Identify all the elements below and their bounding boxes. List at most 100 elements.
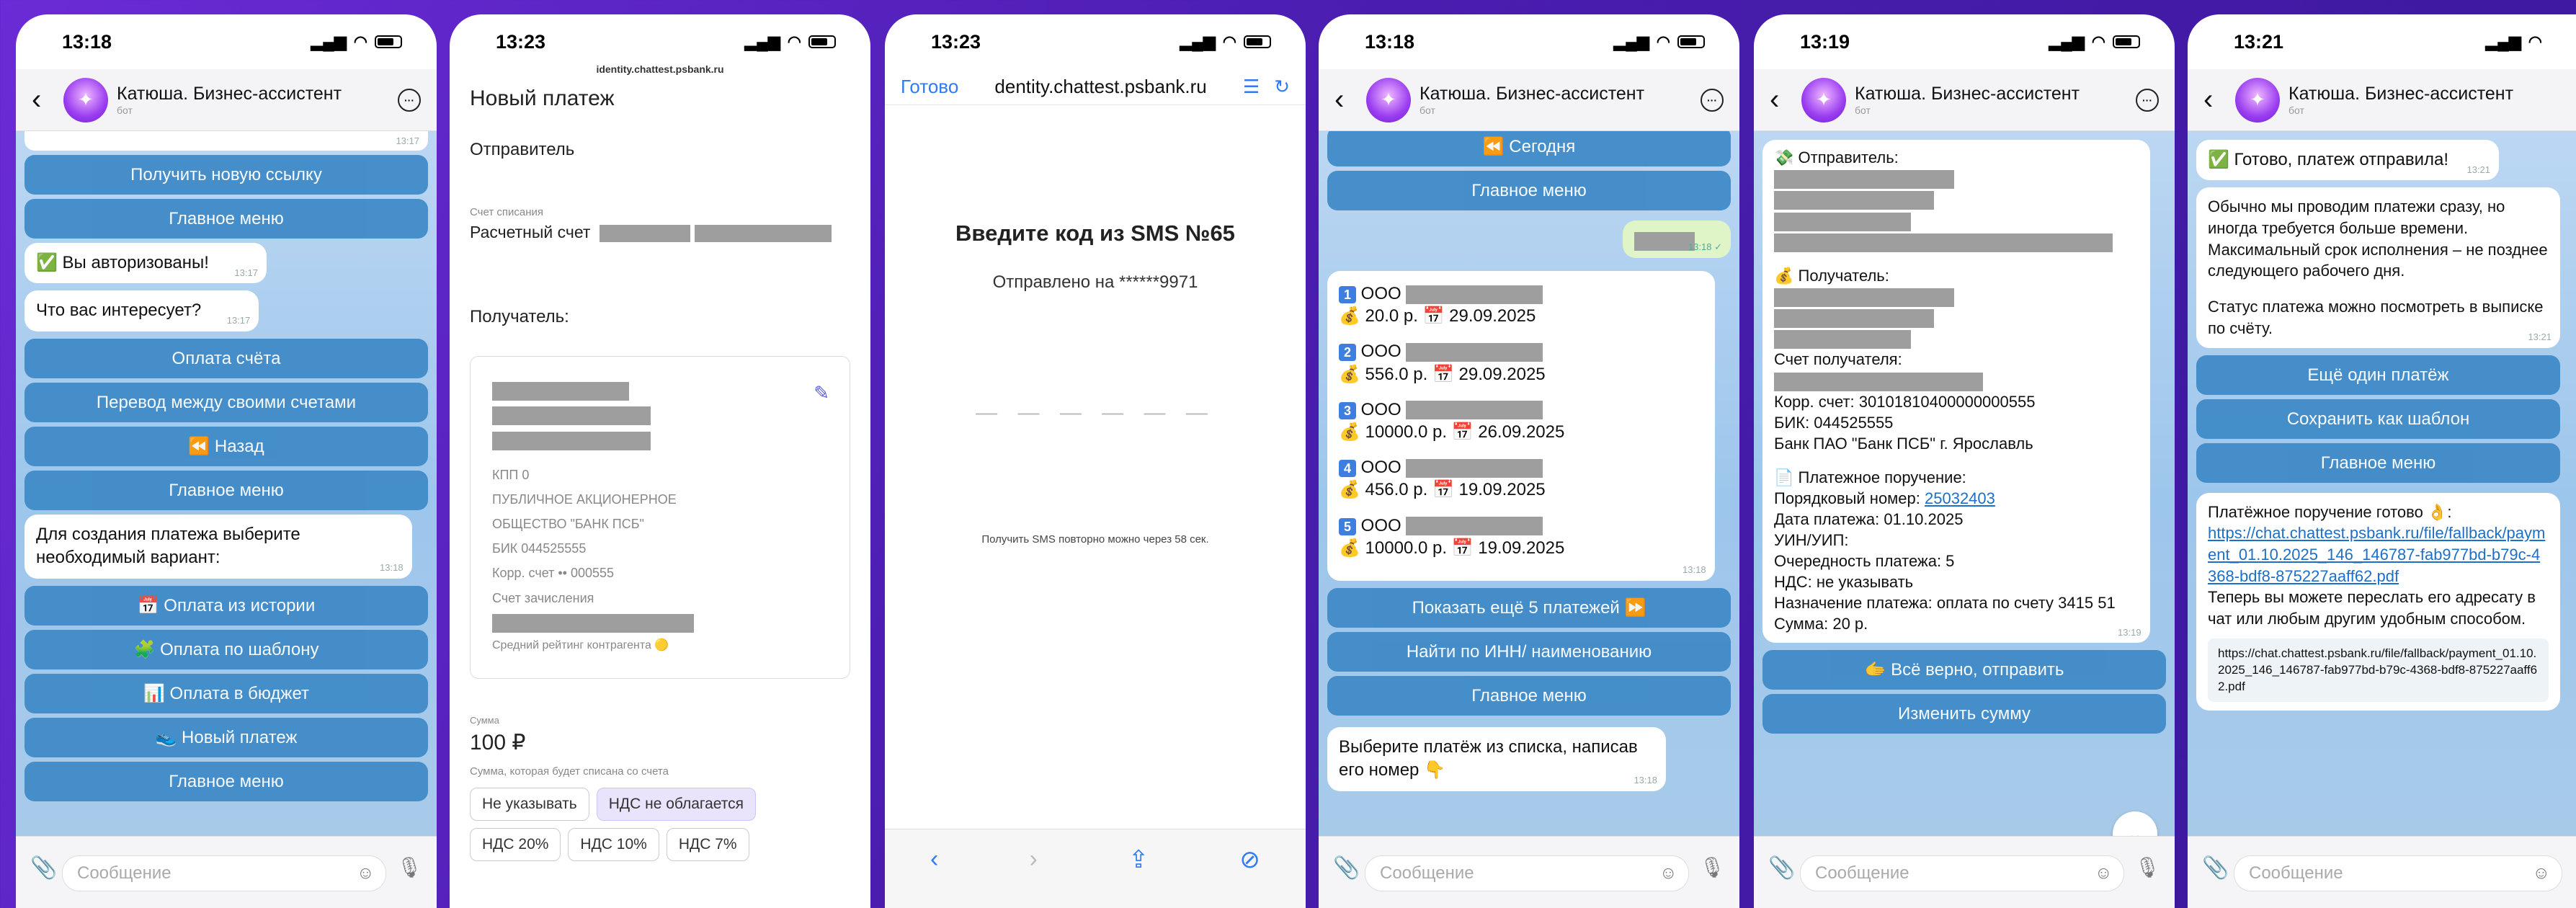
- code-input[interactable]: — — — — — —: [885, 401, 1306, 425]
- menu-button[interactable]: Перевод между своими счетами: [24, 382, 428, 422]
- share-icon[interactable]: ⇪: [1128, 845, 1149, 908]
- bot-message: ✅ Вы авторизованы! 13:17: [24, 243, 267, 284]
- menu-button[interactable]: Главное меню: [24, 470, 428, 510]
- battery-icon: [375, 35, 402, 48]
- account-select[interactable]: Расчетный счет: [450, 223, 870, 242]
- done-message: ✅ Готово, платеж отправила! 13:21: [2196, 140, 2500, 181]
- change-sum-button[interactable]: Изменить сумму: [1762, 693, 2166, 734]
- url-bar[interactable]: identity.chattest.psbank.ru: [450, 63, 870, 75]
- chat-header: ‹ ✦ Катюша. Бизнес-ассистент бот ···: [16, 69, 437, 131]
- link-preview[interactable]: https://chat.chattest.psbank.ru/file/fal…: [2208, 638, 2549, 703]
- back-icon[interactable]: ‹: [1334, 84, 1359, 116]
- back-icon[interactable]: ‹: [32, 84, 56, 116]
- payments-list: 1 ООО 💰 20.0 р. 📅 29.09.2025 2 ООО 💰 556.…: [1327, 271, 1715, 581]
- attach-icon[interactable]: 📎: [2202, 855, 2229, 881]
- wifi-icon: ◠: [1222, 32, 1236, 50]
- status-bar: 13:18 ▂▄▆ ◠: [16, 14, 437, 69]
- save-template-button[interactable]: Сохранить как шаблон: [2196, 399, 2560, 439]
- status-bar: 13:21 ▂▄▆ ◠: [2188, 14, 2576, 69]
- message-input[interactable]: Сообщение ☺: [62, 855, 387, 891]
- status-bar: 13:23 ▂▄▆ ◠: [885, 14, 1306, 69]
- recipient-card[interactable]: ✎ КПП 0 ПУБЛИЧНОЕ АКЦИОНЕРНОЕ ОБЩЕСТВО "БА…: [470, 356, 850, 680]
- order-number-link[interactable]: 25032403: [1925, 489, 1995, 507]
- menu-button[interactable]: 👟 Новый платеж: [24, 717, 428, 757]
- wifi-icon: ◠: [2528, 32, 2542, 50]
- wifi-icon: ◠: [353, 32, 367, 50]
- tabs-icon[interactable]: ☰: [1243, 76, 1260, 98]
- avatar[interactable]: ✦: [1366, 77, 1411, 123]
- vat-chip[interactable]: НДС 10%: [568, 828, 659, 862]
- action-button[interactable]: Главное меню: [1327, 675, 1731, 716]
- menu-button[interactable]: Главное меню: [24, 199, 428, 239]
- today-button[interactable]: ⏪ Сегодня: [1327, 131, 1731, 166]
- emoji-icon[interactable]: ☺: [2532, 856, 2550, 891]
- avatar[interactable]: ✦: [2235, 77, 2280, 123]
- phone-screen-1: 13:18 ▂▄▆ ◠ ‹ ✦ Катюша. Бизнес-ассистент б…: [16, 14, 437, 908]
- attach-icon[interactable]: 📎: [30, 855, 57, 881]
- chat-area: 13:17 Получить новую ссылку Главное меню ✅ …: [16, 131, 437, 871]
- menu-button[interactable]: 🧩 Оплата по шаблону: [24, 629, 428, 669]
- rating: Средний рейтинг контрагента 🟡: [492, 638, 669, 651]
- menu-button[interactable]: 📊 Оплата в бюджет: [24, 673, 428, 713]
- attach-icon[interactable]: 📎: [1768, 855, 1795, 881]
- vat-chip[interactable]: НДС 7%: [666, 828, 749, 862]
- mic-icon[interactable]: 🎙: [1699, 855, 1725, 879]
- emoji-icon[interactable]: ☺: [2095, 856, 2113, 891]
- emoji-icon[interactable]: ☺: [357, 856, 375, 891]
- bot-sub: бот: [1420, 104, 1435, 116]
- action-button[interactable]: Показать ещё 5 платежей ⏩: [1327, 587, 1731, 628]
- menu-button[interactable]: Получить новую ссылку: [24, 155, 428, 195]
- mic-icon[interactable]: 🎙: [396, 855, 422, 879]
- forward-nav-icon[interactable]: ›: [1029, 845, 1037, 908]
- done-button[interactable]: Готово: [901, 76, 958, 98]
- vat-chip[interactable]: НДС не облагается: [596, 788, 757, 822]
- edit-icon[interactable]: ✎: [814, 375, 829, 411]
- phone-screen-4: 13:18 ▂▄▆ ◠ ‹ ✦ Катюша. Бизнес-ассистент б…: [1319, 14, 1739, 908]
- bot-sub: бот: [2288, 104, 2304, 116]
- more-icon[interactable]: ···: [2136, 88, 2159, 112]
- menu-button[interactable]: Оплата счёта: [24, 338, 428, 378]
- back-icon[interactable]: ‹: [2203, 84, 2228, 116]
- action-button[interactable]: Найти по ИНН/ наименованию: [1327, 631, 1731, 672]
- recipient-label: Получатель:: [470, 307, 569, 326]
- another-payment-button[interactable]: Ещё один платёж: [2196, 355, 2560, 395]
- input-bar: 📎 Сообщение ☺: [2188, 836, 2576, 908]
- message-input[interactable]: Сообщение ☺: [2234, 855, 2562, 891]
- input-bar: 📎 Сообщение ☺ 🎙: [16, 836, 437, 908]
- reload-icon[interactable]: ↻: [1274, 76, 1290, 98]
- payment-item: 2 ООО 💰 556.0 р. 📅 29.09.2025: [1339, 342, 1546, 384]
- signal-icon: ▂▄▆: [1180, 32, 1216, 50]
- bot-message: Для создания платежа выберите необходимы…: [24, 514, 412, 579]
- bot-message: Что вас интересует? 13:17: [24, 290, 259, 331]
- avatar[interactable]: ✦: [1801, 77, 1846, 123]
- confirm-send-button[interactable]: 🫱 Всё верно, отправить: [1762, 649, 2166, 690]
- sum-value[interactable]: 100 ₽: [450, 730, 870, 755]
- back-icon[interactable]: ‹: [1770, 84, 1794, 116]
- vat-chip[interactable]: Не указывать: [470, 788, 589, 822]
- url-field[interactable]: dentity.chattest.psbank.ru: [973, 76, 1229, 98]
- sms-heading: Введите код из SMS №65: [955, 221, 1235, 246]
- message-time: 13:17: [24, 131, 428, 151]
- menu-button[interactable]: Главное меню: [24, 761, 428, 801]
- vat-chip[interactable]: НДС 20%: [470, 828, 561, 862]
- clock: 13:23: [931, 30, 981, 53]
- status-bar: 13:18 ▂▄▆ ◠: [1319, 14, 1739, 69]
- pdf-link[interactable]: https://chat.chattest.psbank.ru/file/fal…: [2208, 522, 2549, 587]
- menu-button[interactable]: ⏪ Назад: [24, 426, 428, 466]
- menu-button[interactable]: 📅 Оплата из истории: [24, 585, 428, 626]
- attach-icon[interactable]: 📎: [1333, 855, 1360, 881]
- chat-header: ‹ ✦ Катюша. Бизнес-ассистент бот ···: [1754, 69, 2175, 131]
- message-input[interactable]: Сообщение ☺: [1800, 855, 2125, 891]
- avatar[interactable]: ✦: [63, 77, 108, 123]
- main-menu-button[interactable]: Главное меню: [1327, 171, 1731, 210]
- clock: 13:21: [2234, 30, 2284, 53]
- compass-icon[interactable]: ⊘: [1239, 845, 1260, 908]
- mic-icon[interactable]: 🎙: [2134, 855, 2160, 879]
- emoji-icon[interactable]: ☺: [1659, 856, 1677, 891]
- back-nav-icon[interactable]: ‹: [930, 845, 938, 908]
- message-input[interactable]: Сообщение ☺: [1365, 855, 1690, 891]
- more-icon[interactable]: ···: [1701, 88, 1724, 112]
- more-icon[interactable]: ···: [398, 88, 421, 112]
- main-menu-button[interactable]: Главное меню: [2196, 442, 2560, 483]
- phone-screen-6: 13:21 ▂▄▆ ◠ ‹ ✦ Катюша. Бизнес-ассистент б…: [2188, 14, 2576, 908]
